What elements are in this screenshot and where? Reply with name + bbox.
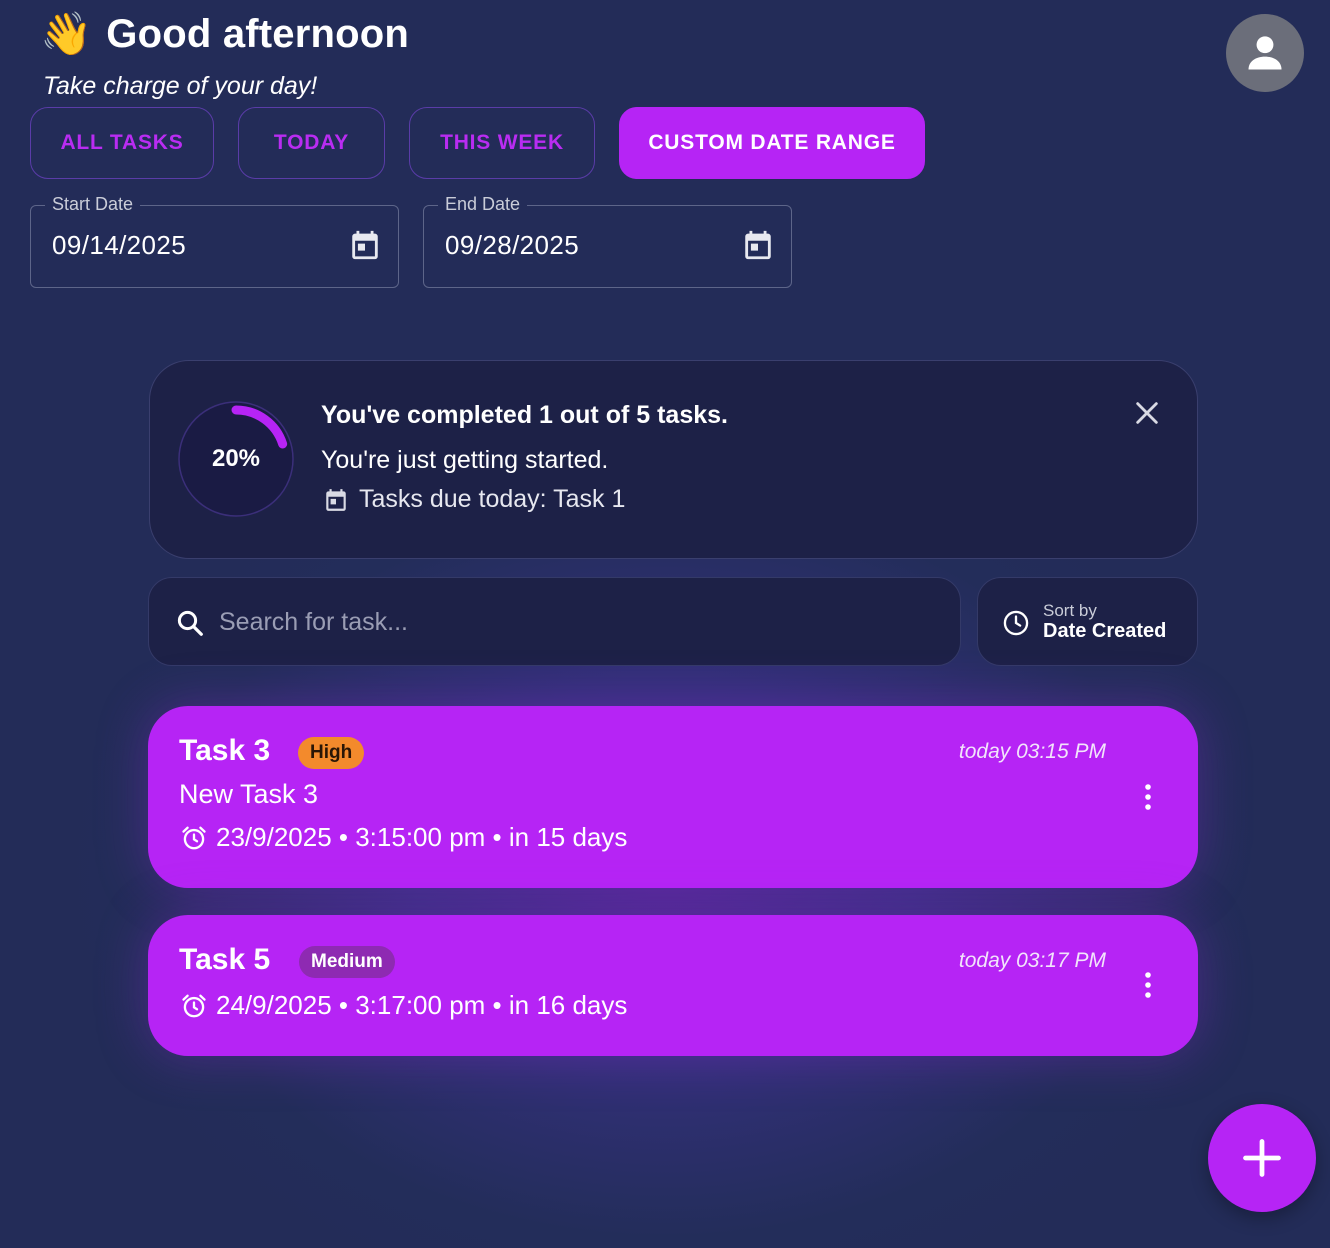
task-name: Task 5	[179, 943, 271, 976]
add-task-button[interactable]	[1208, 1104, 1316, 1212]
task-card[interactable]: Task 5 Medium today 03:17 PM 24/9/2025 •…	[148, 915, 1198, 1056]
task-due-row: 23/9/2025 • 3:15:00 pm • in 15 days	[180, 822, 627, 853]
clock-icon	[1003, 610, 1029, 636]
priority-badge: High	[298, 737, 365, 769]
end-date-value[interactable]: 09/28/2025	[445, 230, 579, 261]
filter-today-button[interactable]: TODAY	[238, 107, 385, 179]
alarm-icon	[182, 826, 206, 849]
progress-percent: 20%	[211, 445, 261, 472]
calendar-icon[interactable]	[741, 228, 775, 262]
search-bar[interactable]	[148, 577, 961, 666]
waving-hand-icon: 👋	[40, 9, 93, 58]
task-created-time: today 03:17 PM	[958, 949, 1106, 972]
filter-this-week-button[interactable]: THIS WEEK	[409, 107, 595, 179]
sort-caption: Sort by	[1043, 601, 1097, 620]
progress-subtitle: You're just getting started.	[321, 446, 609, 474]
greeting-title: Good afternoon	[106, 11, 410, 56]
tasks-due-today: Tasks due today: Task 1	[323, 485, 625, 514]
more-options-icon[interactable]	[1142, 970, 1154, 1000]
progress-title: You've completed 1 out of 5 tasks.	[321, 401, 728, 429]
task-description: New Task 3	[179, 779, 319, 809]
calendar-icon[interactable]	[348, 228, 382, 262]
search-icon	[177, 610, 203, 636]
avatar[interactable]	[1226, 14, 1304, 92]
person-icon	[1248, 36, 1282, 70]
calendar-icon	[326, 488, 346, 511]
progress-ring: 20%	[176, 399, 296, 519]
priority-badge: Medium	[299, 946, 395, 978]
filter-custom-date-range-button[interactable]: CUSTOM DATE RANGE	[619, 107, 925, 179]
task-card[interactable]: Task 3 High today 03:15 PM New Task 3 23…	[148, 706, 1198, 888]
sort-button[interactable]: Sort by Date Created	[977, 577, 1198, 666]
task-due-text: 23/9/2025 • 3:15:00 pm • in 15 days	[216, 822, 628, 852]
search-input[interactable]	[219, 600, 919, 644]
task-created-time: today 03:15 PM	[958, 740, 1106, 763]
more-options-icon[interactable]	[1142, 782, 1154, 812]
task-name: Task 3	[179, 734, 271, 767]
tagline: Take charge of your day!	[43, 72, 318, 100]
start-date-field[interactable]: Start Date 09/14/2025	[30, 194, 399, 288]
task-due-row: 24/9/2025 • 3:17:00 pm • in 16 days	[180, 990, 627, 1021]
start-date-value[interactable]: 09/14/2025	[52, 230, 186, 261]
progress-card: 20% You've completed 1 out of 5 tasks. Y…	[149, 360, 1198, 559]
greeting-header: 👋 Good afternoon	[40, 4, 409, 64]
end-date-label: End Date	[438, 194, 528, 215]
task-due-text: 24/9/2025 • 3:17:00 pm • in 16 days	[216, 990, 628, 1020]
alarm-icon	[182, 994, 206, 1017]
tasks-due-today-text: Tasks due today: Task 1	[359, 485, 626, 513]
start-date-label: Start Date	[45, 194, 141, 215]
close-icon[interactable]	[1133, 399, 1161, 427]
end-date-field[interactable]: End Date 09/28/2025	[423, 194, 792, 288]
filter-all-tasks-button[interactable]: ALL TASKS	[30, 107, 214, 179]
plus-icon	[1243, 1139, 1281, 1177]
sort-value: Date Created	[1043, 620, 1167, 642]
